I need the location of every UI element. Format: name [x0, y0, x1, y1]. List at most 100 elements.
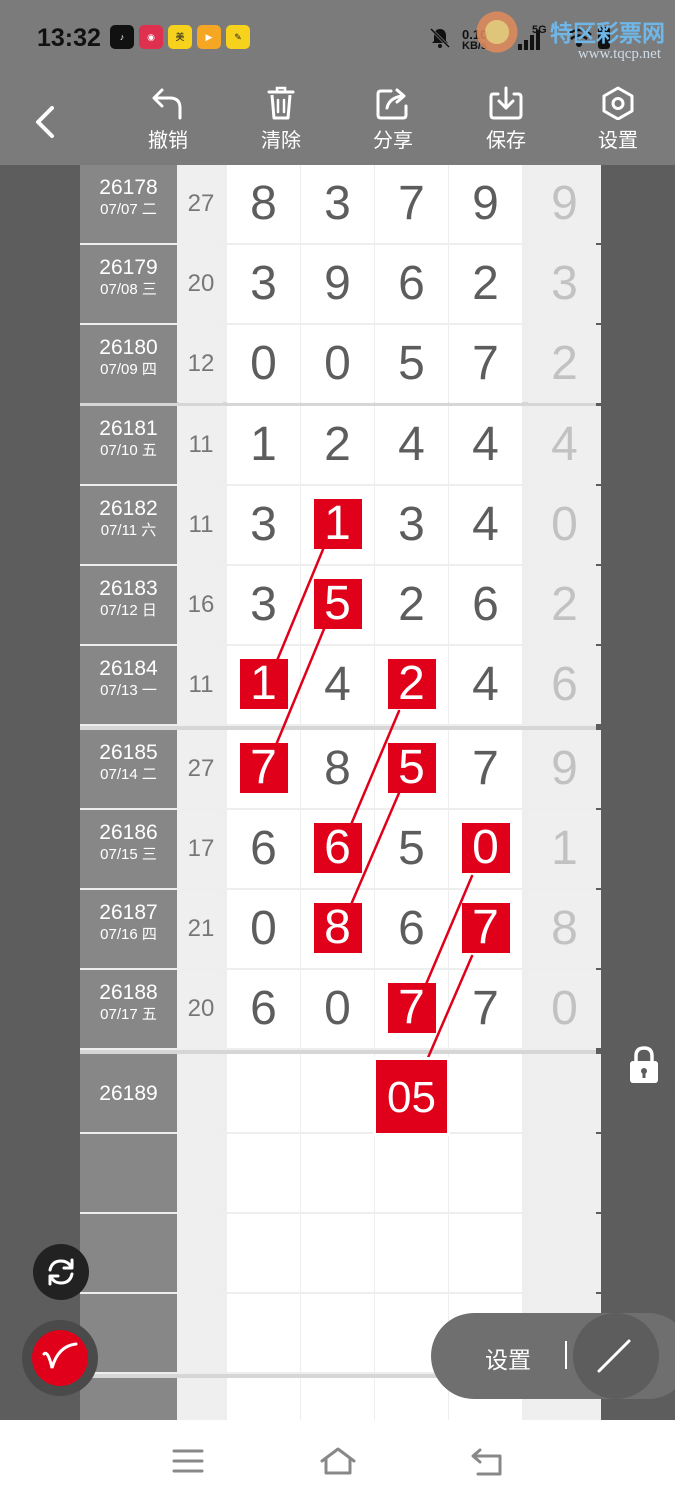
- digit-cell[interactable]: [375, 1134, 448, 1212]
- highlighted-digit: 7: [239, 743, 288, 794]
- highlighted-digit-cell[interactable]: 2: [375, 646, 448, 724]
- digit-cell[interactable]: 3: [227, 245, 300, 323]
- save-button[interactable]: 保存: [471, 86, 541, 158]
- period-date: 07/09 四: [100, 361, 157, 378]
- highlighted-digit-cell[interactable]: 8: [301, 890, 374, 968]
- highlighted-digit-cell[interactable]: 1: [301, 486, 374, 564]
- digit-cell[interactable]: 6: [227, 970, 300, 1048]
- digit-cell[interactable]: 3: [227, 486, 300, 564]
- span-cell[interactable]: [528, 1134, 601, 1212]
- digit-cell[interactable]: [227, 1134, 300, 1212]
- span-cell[interactable]: 6: [528, 646, 601, 724]
- highlighted-digit: 1: [313, 499, 362, 550]
- digit-cell[interactable]: 0: [227, 890, 300, 968]
- lock-button[interactable]: [606, 1027, 675, 1103]
- span-cell[interactable]: 0: [528, 486, 601, 564]
- digit-cell[interactable]: 5: [375, 325, 448, 403]
- digit-cell[interactable]: 2: [301, 406, 374, 484]
- menu-icon[interactable]: [172, 1448, 204, 1474]
- digit-cell[interactable]: 2: [449, 245, 522, 323]
- toolbar: 撤销 清除 分享 保存 设置: [0, 78, 675, 165]
- digit-cell[interactable]: 0: [227, 325, 300, 403]
- span-cell[interactable]: [528, 1054, 601, 1132]
- digit-cell[interactable]: 5: [375, 810, 448, 888]
- back-button[interactable]: [26, 100, 66, 144]
- digit-cell[interactable]: 3: [227, 566, 300, 644]
- digit-cell[interactable]: [227, 1054, 300, 1132]
- digit-cell[interactable]: 8: [301, 730, 374, 808]
- digit-cell[interactable]: 9: [301, 245, 374, 323]
- undo-button[interactable]: 撤销: [133, 86, 203, 158]
- digit-cell[interactable]: 6: [375, 245, 448, 323]
- pen-color-button[interactable]: [22, 1320, 98, 1396]
- digit-cell[interactable]: 4: [301, 646, 374, 724]
- refresh-button[interactable]: [33, 1244, 89, 1300]
- span-cell[interactable]: 9: [528, 165, 601, 243]
- highlighted-digit-cell[interactable]: 6: [301, 810, 374, 888]
- digit-cell[interactable]: [375, 1214, 448, 1292]
- period-date: 07/17 五: [100, 1006, 157, 1023]
- undo-icon: [152, 88, 182, 120]
- digit-cell[interactable]: [301, 1214, 374, 1292]
- digit-cell[interactable]: [449, 1134, 522, 1212]
- period-date: 07/15 三: [100, 846, 157, 863]
- digit-cell[interactable]: [227, 1214, 300, 1292]
- table-row: 26187 07/16 四 21 0 8 6 7 8: [80, 890, 601, 970]
- highlighted-digit-cell[interactable]: 0: [449, 810, 522, 888]
- trend-chart-grid[interactable]: 26178 07/07 二 27 8 3 7 9 9 26179 07/08 三 20 3 9 6 2 3 26…: [80, 165, 601, 1456]
- span-cell[interactable]: 1: [528, 810, 601, 888]
- digit-cell[interactable]: [449, 1054, 522, 1132]
- digit-cell[interactable]: 3: [301, 165, 374, 243]
- digit-cell[interactable]: 1: [227, 406, 300, 484]
- highlighted-digit-cell[interactable]: 7: [449, 890, 522, 968]
- digit-cell[interactable]: 0: [301, 325, 374, 403]
- span-cell[interactable]: 0: [528, 970, 601, 1048]
- digit-cell[interactable]: 2: [375, 566, 448, 644]
- digit-cell[interactable]: 6: [375, 890, 448, 968]
- share-button[interactable]: 分享: [358, 86, 428, 158]
- prediction-box[interactable]: 05: [376, 1060, 447, 1133]
- sum-cell: 16: [179, 566, 223, 644]
- digit-cell[interactable]: [449, 1214, 522, 1292]
- highlighted-digit-cell[interactable]: 1: [227, 646, 300, 724]
- highlighted-digit-cell[interactable]: 7: [227, 730, 300, 808]
- digit-cell[interactable]: 7: [375, 165, 448, 243]
- digit-cell[interactable]: 8: [227, 165, 300, 243]
- watermark-brand: 特区彩票网: [550, 20, 665, 46]
- highlighted-digit-cell[interactable]: 7: [375, 970, 448, 1048]
- line-tool-button[interactable]: [573, 1313, 659, 1399]
- digit-cell[interactable]: 6: [227, 810, 300, 888]
- digit-cell[interactable]: 9: [449, 165, 522, 243]
- digit-cell[interactable]: 6: [449, 566, 522, 644]
- status-time: 13:32: [37, 24, 101, 52]
- digit-cell[interactable]: 7: [449, 970, 522, 1048]
- span-cell[interactable]: 4: [528, 406, 601, 484]
- digit-cell[interactable]: 4: [375, 406, 448, 484]
- digit-cell[interactable]: 3: [375, 486, 448, 564]
- span-cell[interactable]: 9: [528, 730, 601, 808]
- clear-button[interactable]: 清除: [246, 86, 316, 158]
- span-cell[interactable]: 3: [528, 245, 601, 323]
- digit-cell[interactable]: 4: [449, 486, 522, 564]
- digit-cell[interactable]: 7: [449, 730, 522, 808]
- home-icon[interactable]: [319, 1446, 357, 1476]
- digit-cell[interactable]: [301, 1294, 374, 1372]
- highlighted-digit-cell[interactable]: 5: [375, 730, 448, 808]
- digit-cell[interactable]: [227, 1294, 300, 1372]
- digit-cell[interactable]: 4: [449, 406, 522, 484]
- digit-cell[interactable]: 0: [301, 970, 374, 1048]
- period-number: 26188: [99, 981, 158, 1004]
- digit-cell[interactable]: [301, 1134, 374, 1212]
- back-nav-icon[interactable]: [470, 1447, 504, 1477]
- digit-cell[interactable]: [301, 1054, 374, 1132]
- span-cell[interactable]: 2: [528, 325, 601, 403]
- settings-button[interactable]: 设置: [583, 86, 653, 158]
- table-row: [80, 1214, 601, 1294]
- span-cell[interactable]: 8: [528, 890, 601, 968]
- digit-cell[interactable]: 4: [449, 646, 522, 724]
- draw-settings-label[interactable]: 设置: [485, 1341, 531, 1375]
- highlighted-digit-cell[interactable]: 5: [301, 566, 374, 644]
- digit-cell[interactable]: 7: [449, 325, 522, 403]
- span-cell[interactable]: 2: [528, 566, 601, 644]
- span-cell[interactable]: [528, 1214, 601, 1292]
